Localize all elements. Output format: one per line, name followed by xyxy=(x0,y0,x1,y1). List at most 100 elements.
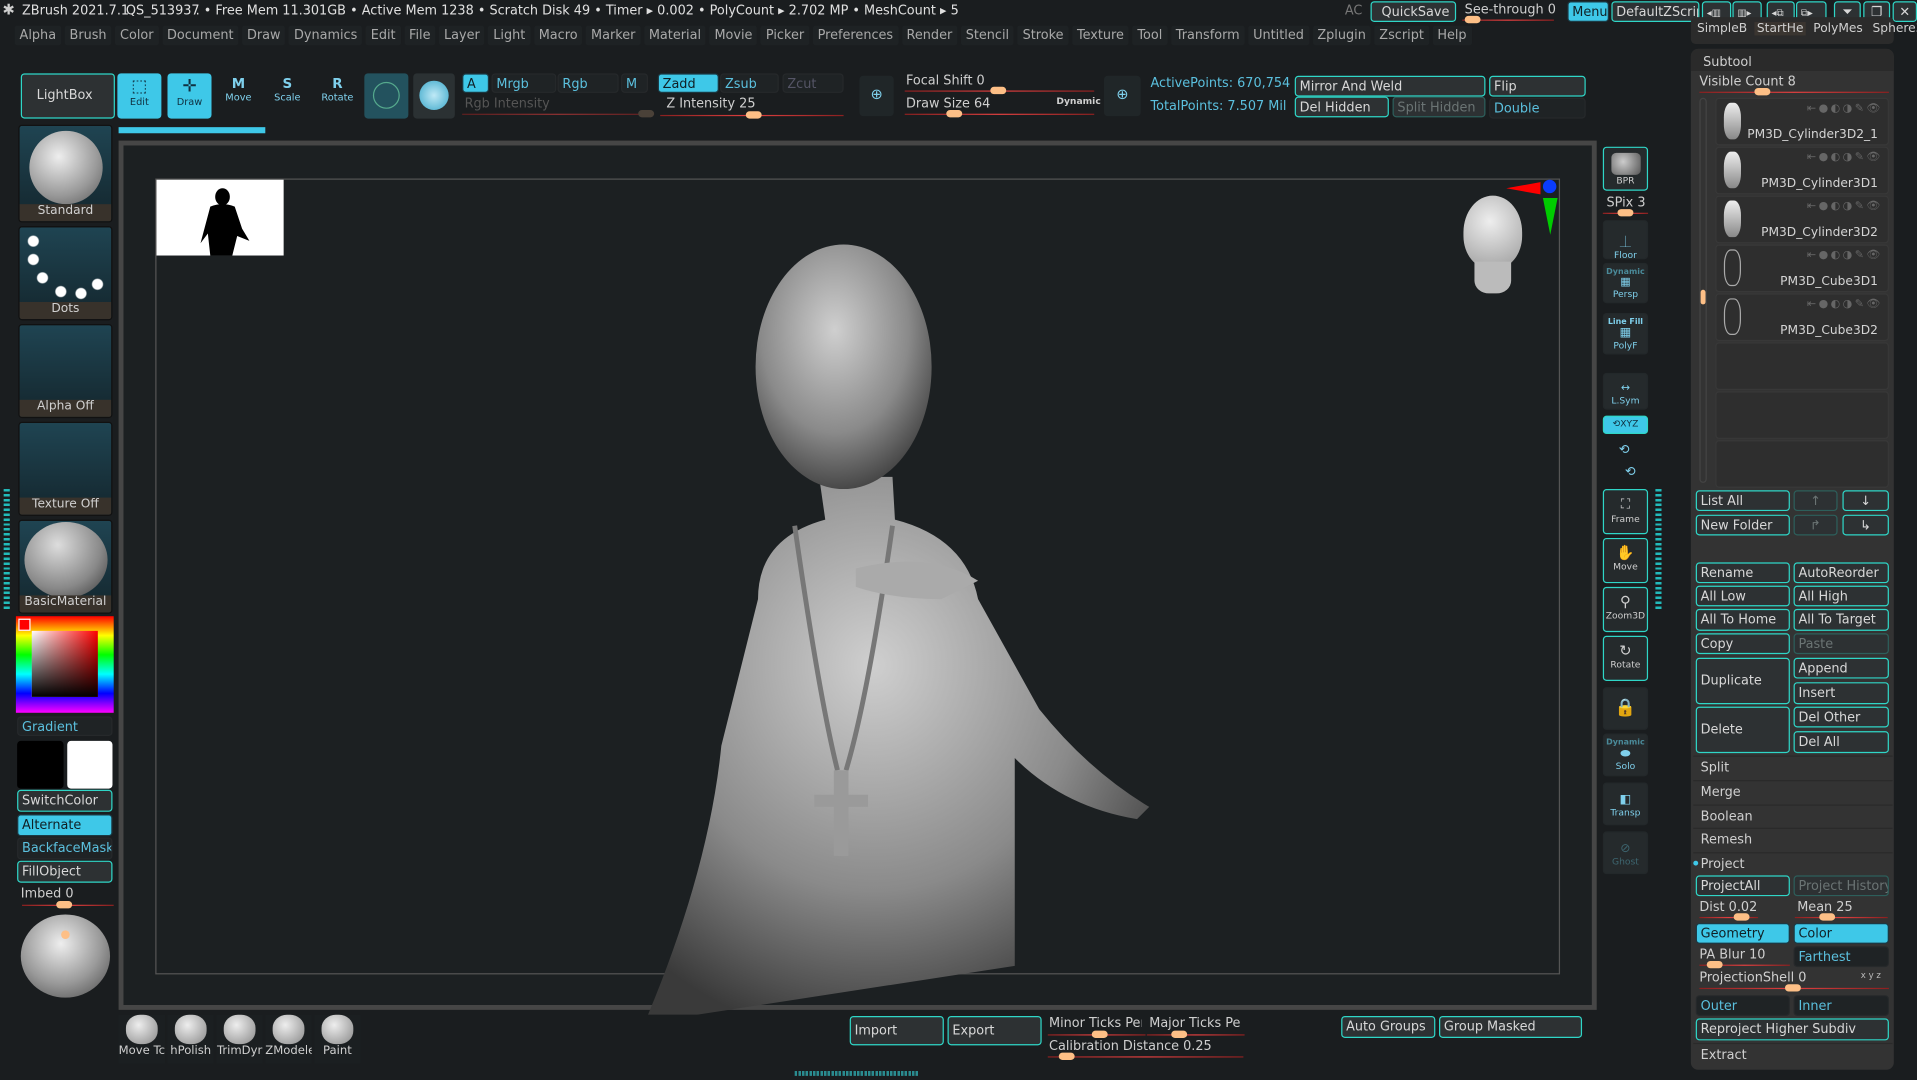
subtool-item[interactable]: ⇤●◐◑✎👁 PM3D_Cube3D2 xyxy=(1715,293,1889,342)
brush-thumbnail[interactable]: Standard xyxy=(18,124,113,223)
geometry-button[interactable]: Geometry xyxy=(1695,923,1790,944)
spix-slider[interactable] xyxy=(1602,209,1649,217)
move-down-icon[interactable]: ↓ xyxy=(1842,490,1889,512)
pa-blur-slider[interactable] xyxy=(1699,960,1790,969)
alpha-thumbnail[interactable]: Alpha Off xyxy=(18,323,113,419)
folder-down-icon[interactable]: ↳ xyxy=(1842,514,1889,536)
brush-trimdyr[interactable]: TrimDyr xyxy=(216,1014,263,1064)
brush-move-tc[interactable]: Move Tc xyxy=(118,1014,166,1064)
subtool-empty-slot[interactable] xyxy=(1715,342,1889,391)
all-to-home-button[interactable]: All To Home xyxy=(1695,608,1790,631)
subtool-title[interactable]: Subtool xyxy=(1703,55,1752,70)
scroll-thumb[interactable] xyxy=(1700,289,1706,305)
light-position-handle[interactable] xyxy=(61,930,70,939)
brush-paint[interactable]: Paint xyxy=(314,1014,361,1064)
minor-ticks-slider[interactable] xyxy=(1047,1030,1146,1038)
switch-color-button[interactable]: SwitchColor xyxy=(17,789,113,812)
menu-draw[interactable]: Draw xyxy=(242,25,286,46)
slider-knob[interactable] xyxy=(1784,984,1801,992)
menu-edit[interactable]: Edit xyxy=(365,25,401,46)
secondary-color-swatch[interactable] xyxy=(17,740,64,789)
section-merge[interactable]: Merge xyxy=(1693,780,1893,803)
focal-brush-icon[interactable]: ⊕ xyxy=(859,75,894,117)
rgb-intensity-slider[interactable] xyxy=(462,110,655,118)
subtool-empty-slot[interactable] xyxy=(1715,391,1889,439)
menu-light[interactable]: Light xyxy=(488,25,531,46)
see-through-track[interactable] xyxy=(1462,15,1554,24)
fill-object-button[interactable]: FillObject xyxy=(17,860,113,883)
subtool-visibility-icons[interactable]: ⇤●◐◑✎👁 xyxy=(1807,201,1883,213)
calibration-distance-slider[interactable] xyxy=(1047,1052,1244,1060)
color-button[interactable]: Color xyxy=(1793,923,1889,944)
tool-tab-starthe[interactable]: StartHe xyxy=(1754,22,1806,36)
zsub-button[interactable]: Zsub xyxy=(720,73,779,93)
a-button[interactable]: A xyxy=(462,73,490,93)
mrgb-button[interactable]: Mrgb xyxy=(491,73,557,93)
rgb-button[interactable]: Rgb xyxy=(557,73,619,93)
section-split[interactable]: Split xyxy=(1693,755,1893,779)
inner-button[interactable]: Inner xyxy=(1793,995,1889,1016)
slider-knob[interactable] xyxy=(1733,913,1750,921)
sculptris-button[interactable] xyxy=(364,73,409,119)
menu-preferences[interactable]: Preferences xyxy=(812,25,898,46)
bottom-tray-toggle[interactable] xyxy=(794,1070,920,1076)
lightbox-button[interactable]: LightBox xyxy=(20,73,115,119)
subtool-visibility-icons[interactable]: ⇤●◐◑✎👁 xyxy=(1807,152,1883,164)
move-button[interactable]: M Move xyxy=(220,76,257,116)
all-to-target-button[interactable]: All To Target xyxy=(1793,608,1889,631)
split-hidden-button[interactable]: Split Hidden xyxy=(1392,96,1486,118)
left-tray-toggle[interactable] xyxy=(3,489,10,612)
draw-button[interactable]: ✛ Draw xyxy=(167,73,212,119)
brush-zmodele[interactable]: ZModele xyxy=(265,1014,312,1064)
draw-size-slider[interactable] xyxy=(904,110,1095,118)
move-up-icon[interactable]: ↑ xyxy=(1793,490,1838,512)
frame-button[interactable]: ⛶ Frame xyxy=(1602,489,1649,535)
close-icon[interactable]: ✕ xyxy=(1892,1,1917,23)
menu-untitled[interactable]: Untitled xyxy=(1248,25,1309,46)
bpr-button[interactable]: BPR xyxy=(1602,146,1649,191)
light-sphere[interactable] xyxy=(20,914,111,998)
menu-document[interactable]: Document xyxy=(162,25,239,46)
menu-macro[interactable]: Macro xyxy=(533,25,583,46)
section-extract[interactable]: Extract xyxy=(1693,1042,1893,1066)
insert-button[interactable]: Insert xyxy=(1793,682,1889,705)
visible-count-slider[interactable] xyxy=(1699,88,1889,96)
list-all-button[interactable]: List All xyxy=(1695,490,1790,512)
focal-shift-slider[interactable] xyxy=(904,86,1095,95)
zcut-button[interactable]: Zcut xyxy=(782,73,844,93)
xyz-rotation-button[interactable]: ⟲XYZ xyxy=(1602,415,1649,435)
del-other-button[interactable]: Del Other xyxy=(1793,706,1889,728)
dynamic-size-icon[interactable]: ⊕ xyxy=(1104,75,1141,117)
spotlight-button[interactable] xyxy=(413,73,455,119)
menu-movie[interactable]: Movie xyxy=(709,25,758,46)
menu-tool[interactable]: Tool xyxy=(1132,25,1168,46)
paste-button[interactable]: Paste xyxy=(1793,633,1889,655)
append-button[interactable]: Append xyxy=(1793,657,1889,679)
all-low-button[interactable]: All Low xyxy=(1695,585,1790,607)
auto-groups-button[interactable]: Auto Groups xyxy=(1341,1015,1436,1038)
slider-knob[interactable] xyxy=(1819,913,1836,921)
material-thumbnail[interactable]: BasicMaterial xyxy=(18,519,113,614)
solo-button[interactable]: Dynamic ⬬ Solo xyxy=(1602,733,1649,777)
menu-picker[interactable]: Picker xyxy=(761,25,810,46)
subtool-item[interactable]: ⇤●◐◑✎👁 PM3D_Cylinder3D2_1 xyxy=(1715,97,1889,146)
tool-tab-polymes[interactable]: PolyMes xyxy=(1811,22,1865,35)
sculpt-model[interactable] xyxy=(575,232,1162,1015)
tool-tab-simpleb[interactable]: SimpleB xyxy=(1695,22,1750,35)
menu-help[interactable]: Help xyxy=(1432,25,1472,46)
double-button[interactable]: Double xyxy=(1489,97,1586,119)
skull-gizmo[interactable] xyxy=(1462,195,1523,304)
xyz-axis-toggle[interactable]: x y z xyxy=(1861,971,1881,981)
texture-thumbnail[interactable]: Texture Off xyxy=(18,421,113,516)
project-all-button[interactable]: ProjectAll xyxy=(1695,875,1790,897)
menu-color[interactable]: Color xyxy=(115,25,159,46)
menus-button[interactable]: Menus xyxy=(1567,1,1609,23)
menu-material[interactable]: Material xyxy=(643,25,706,46)
outer-button[interactable]: Outer xyxy=(1695,995,1790,1016)
del-hidden-button[interactable]: Del Hidden xyxy=(1294,96,1389,118)
menu-render[interactable]: Render xyxy=(901,25,958,46)
subtool-empty-slot[interactable] xyxy=(1715,440,1889,488)
zoom3d-button[interactable]: ⚲ Zoom3D xyxy=(1602,586,1649,633)
gradient-button[interactable]: Gradient xyxy=(17,716,113,737)
menu-dynamics[interactable]: Dynamics xyxy=(289,25,363,46)
